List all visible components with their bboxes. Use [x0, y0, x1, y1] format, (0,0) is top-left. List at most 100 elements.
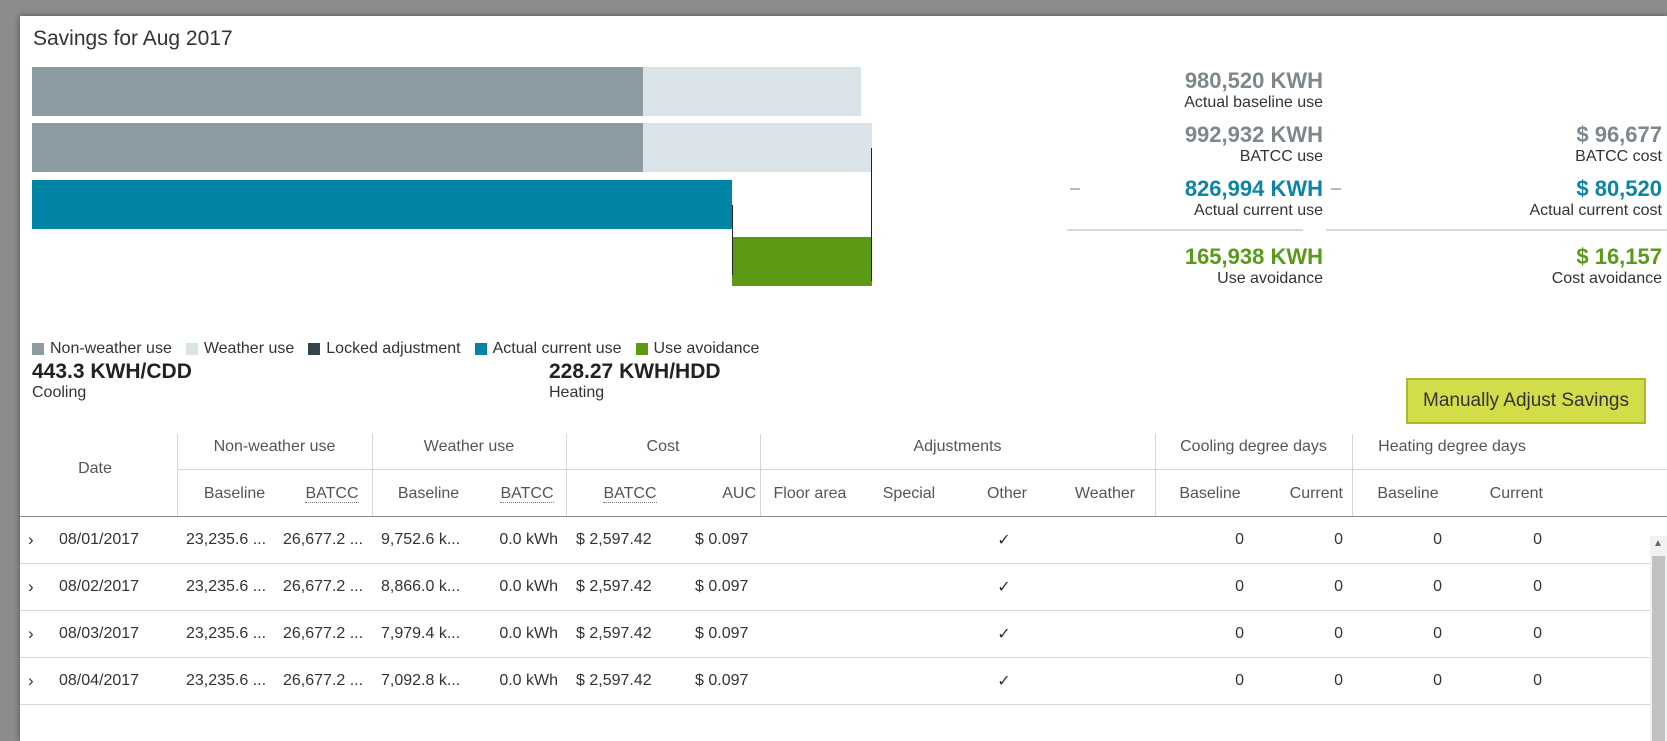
- legend-weather: Weather use: [185, 340, 295, 358]
- legend-swatch: [308, 343, 321, 355]
- cell-w-batcc: 0.0 kWh: [499, 531, 558, 548]
- minus-sign: [1331, 188, 1341, 190]
- bar-baseline-nonweather: [32, 67, 643, 116]
- col-header-nw-baseline[interactable]: Baseline: [188, 485, 281, 503]
- bar-connector-line: [732, 205, 733, 275]
- stat-value: 980,520 KWH: [1184, 68, 1323, 93]
- scroll-up-arrow-icon[interactable]: ▲: [1653, 538, 1663, 549]
- col-header-hdd-baseline[interactable]: Baseline: [1363, 485, 1453, 503]
- cell-w-batcc: 0.0 kWh: [499, 578, 558, 595]
- bar-actual-current: [32, 180, 732, 229]
- cell-nw-baseline: 23,235.6 ...: [186, 625, 267, 642]
- table-row[interactable]: › 08/02/2017 23,235.6 ... 26,677.2 ... 8…: [20, 564, 1650, 610]
- stat-value: 826,994 KWH: [1184, 176, 1323, 201]
- col-header-w-baseline[interactable]: Baseline: [382, 485, 475, 503]
- col-header-floor-area[interactable]: Floor area: [760, 485, 860, 503]
- cell-cdd-baseline: 0: [1235, 531, 1244, 548]
- kpi-value: 443.3 KWH/CDD: [32, 360, 192, 383]
- kpi-label: Cooling: [32, 384, 87, 401]
- cell-hdd-current: 0: [1533, 578, 1542, 595]
- stat-label: BATCC use: [1239, 148, 1323, 165]
- cell-hdd-baseline: 0: [1433, 531, 1442, 548]
- col-header-text: BATCC: [305, 485, 359, 503]
- divider: [1326, 229, 1667, 231]
- chevron-right-icon[interactable]: ›: [28, 671, 34, 691]
- divider: [177, 469, 1667, 470]
- cell-w-baseline: 9,752.6 k...: [381, 531, 461, 548]
- chevron-right-icon[interactable]: ›: [28, 577, 34, 597]
- col-header-hdd-current[interactable]: Current: [1460, 485, 1543, 503]
- col-header-cost-batcc[interactable]: BATCC: [590, 485, 670, 503]
- bar-batcc-nonweather: [32, 123, 643, 172]
- cell-w-baseline: 7,979.4 k...: [381, 625, 461, 642]
- row-divider: [20, 704, 1650, 705]
- col-header-date[interactable]: Date: [40, 460, 150, 478]
- stat-value: 165,938 KWH: [1184, 244, 1323, 269]
- cell-hdd-current: 0: [1533, 625, 1542, 642]
- stat-label: Cost avoidance: [1551, 270, 1662, 287]
- manually-adjust-savings-button[interactable]: Manually Adjust Savings: [1406, 378, 1646, 424]
- legend-actual: Actual current use: [474, 340, 622, 358]
- legend-label: Weather use: [203, 340, 295, 357]
- check-icon: ✓: [997, 626, 1011, 643]
- col-header-other[interactable]: Other: [964, 485, 1050, 503]
- cell-nw-batcc: 26,677.2 ...: [283, 531, 364, 548]
- cell-hdd-baseline: 0: [1433, 672, 1442, 689]
- legend-swatch: [185, 343, 198, 355]
- cell-nw-batcc: 26,677.2 ...: [283, 672, 364, 689]
- table-row[interactable]: › 08/01/2017 23,235.6 ... 26,677.2 ... 9…: [20, 517, 1650, 563]
- kpi-label: Heating: [549, 384, 605, 401]
- chevron-right-icon[interactable]: ›: [28, 624, 34, 644]
- stat-use-avoidance: 165,938 KWH Use avoidance: [1185, 244, 1323, 288]
- page-title: Savings for Aug 2017: [33, 27, 233, 50]
- cell-w-batcc: 0.0 kWh: [499, 672, 558, 689]
- col-header-special[interactable]: Special: [866, 485, 952, 503]
- cell-w-baseline: 7,092.8 k...: [381, 672, 461, 689]
- stat-current-use: 826,994 KWH Actual current use: [1185, 176, 1323, 220]
- legend-avoidance: Use avoidance: [635, 340, 759, 358]
- stat-batcc-cost: $ 96,677 BATCC cost: [1575, 122, 1662, 166]
- cell-nw-baseline: 23,235.6 ...: [186, 578, 267, 595]
- stat-value: $ 16,157: [1576, 244, 1662, 269]
- stat-batcc-use: 992,932 KWH BATCC use: [1185, 122, 1323, 166]
- cell-hdd-current: 0: [1533, 672, 1542, 689]
- col-header-cdd-current[interactable]: Current: [1265, 485, 1343, 503]
- stat-current-cost: $ 80,520 Actual current cost: [1530, 176, 1663, 220]
- stat-value: $ 96,677: [1576, 122, 1662, 147]
- col-group-adjustments: Adjustments: [913, 438, 1002, 455]
- cell-cost-batcc: $ 2,597.42: [576, 578, 652, 595]
- cell-cdd-baseline: 0: [1235, 625, 1244, 642]
- savings-panel: Savings for Aug 2017 980,520 KWH Actual …: [20, 16, 1667, 741]
- cell-date: 08/04/2017: [59, 672, 140, 689]
- col-header-nw-batcc[interactable]: BATCC: [302, 485, 362, 503]
- col-header-weather[interactable]: Weather: [1060, 485, 1150, 503]
- stat-cost-avoidance: $ 16,157 Cost avoidance: [1552, 244, 1662, 288]
- stat-label: Actual current use: [1194, 202, 1323, 219]
- cell-hdd-current: 0: [1533, 531, 1542, 548]
- cell-cost-batcc: $ 2,597.42: [576, 531, 652, 548]
- stat-label: Actual current cost: [1529, 202, 1663, 219]
- scrollbar-thumb[interactable]: [1652, 556, 1665, 741]
- col-header-auc[interactable]: AUC: [700, 485, 756, 503]
- stat-label: Actual baseline use: [1184, 94, 1323, 111]
- cell-nw-batcc: 26,677.2 ...: [283, 625, 364, 642]
- stat-label: BATCC cost: [1575, 148, 1662, 165]
- minus-sign: [1070, 188, 1080, 190]
- table-row[interactable]: › 08/04/2017 23,235.6 ... 26,677.2 ... 7…: [20, 658, 1650, 704]
- kpi-heating: 228.27 KWH/HDD Heating: [549, 360, 721, 402]
- cell-w-batcc: 0.0 kWh: [499, 625, 558, 642]
- chevron-right-icon[interactable]: ›: [28, 530, 34, 550]
- cell-date: 08/03/2017: [59, 625, 140, 642]
- col-header-cdd-baseline[interactable]: Baseline: [1165, 485, 1255, 503]
- col-header-w-batcc[interactable]: BATCC: [495, 485, 559, 503]
- chart-legend: Non-weather use Weather use Locked adjus…: [32, 340, 773, 358]
- stat-baseline-use: 980,520 KWH Actual baseline use: [1184, 68, 1323, 112]
- bar-batcc-weather: [642, 123, 872, 172]
- col-group-nonweather: Non-weather use: [213, 438, 336, 455]
- cell-cdd-baseline: 0: [1235, 578, 1244, 595]
- cell-auc: $ 0.097: [695, 578, 749, 595]
- cell-cost-batcc: $ 2,597.42: [576, 625, 652, 642]
- col-group-heating: Heating degree days: [1378, 438, 1526, 455]
- stat-value: 992,932 KWH: [1184, 122, 1323, 147]
- table-row[interactable]: › 08/03/2017 23,235.6 ... 26,677.2 ... 7…: [20, 611, 1650, 657]
